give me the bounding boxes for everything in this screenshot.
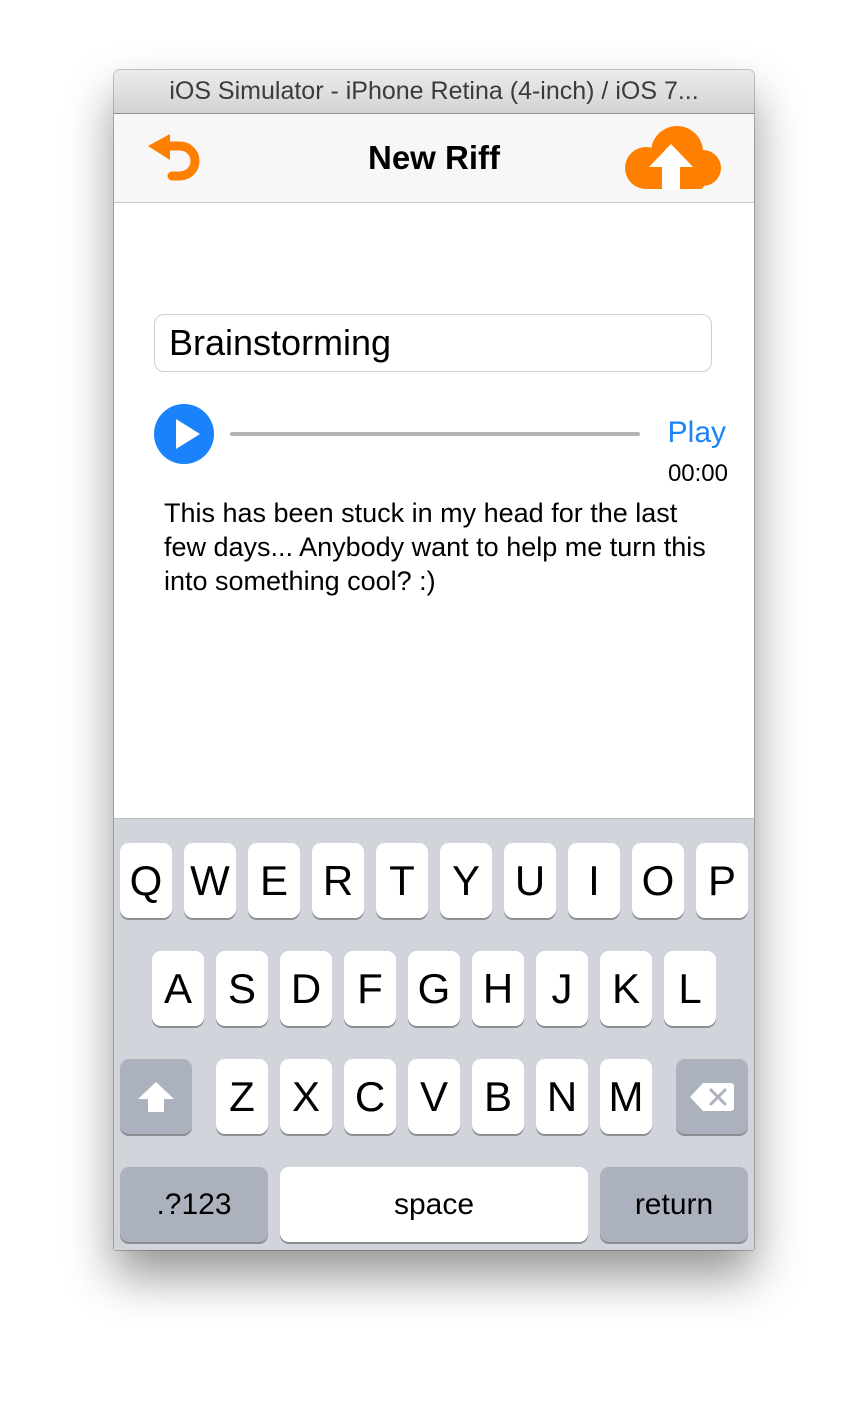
playback-slider[interactable] <box>230 432 640 436</box>
play-button[interactable] <box>154 404 214 464</box>
key-t[interactable]: T <box>376 843 428 918</box>
key-u[interactable]: U <box>504 843 556 918</box>
riff-description[interactable]: This has been stuck in my head for the l… <box>164 496 714 598</box>
navigation-bar: New Riff <box>114 114 754 203</box>
key-o[interactable]: O <box>632 843 684 918</box>
key-m[interactable]: M <box>600 1059 652 1134</box>
backspace-icon <box>690 1082 734 1111</box>
key-f[interactable]: F <box>344 951 396 1026</box>
key-q[interactable]: Q <box>120 843 172 918</box>
key-p[interactable]: P <box>696 843 748 918</box>
window-title: iOS Simulator - iPhone Retina (4-inch) /… <box>169 77 699 105</box>
key-r[interactable]: R <box>312 843 364 918</box>
key-n[interactable]: N <box>536 1059 588 1134</box>
window-titlebar[interactable]: iOS Simulator - iPhone Retina (4-inch) /… <box>114 70 754 114</box>
key-y[interactable]: Y <box>440 843 492 918</box>
riff-title-input[interactable] <box>154 314 712 372</box>
play-icon <box>176 419 200 449</box>
shift-arrow-icon <box>138 1081 174 1112</box>
device-screen: New Riff Brainstorming Play 00:00 This h… <box>114 114 754 1250</box>
key-h[interactable]: H <box>472 951 524 1026</box>
return-key[interactable]: return <box>600 1167 748 1242</box>
key-s[interactable]: S <box>216 951 268 1026</box>
key-w[interactable]: W <box>184 843 236 918</box>
key-i[interactable]: I <box>568 843 620 918</box>
key-v[interactable]: V <box>408 1059 460 1134</box>
key-a[interactable]: A <box>152 951 204 1026</box>
key-b[interactable]: B <box>472 1059 524 1134</box>
numbers-key[interactable]: .?123 <box>120 1167 268 1242</box>
key-d[interactable]: D <box>280 951 332 1026</box>
key-x[interactable]: X <box>280 1059 332 1134</box>
space-key[interactable]: space <box>280 1167 588 1242</box>
key-k[interactable]: K <box>600 951 652 1026</box>
simulator-window: iOS Simulator - iPhone Retina (4-inch) /… <box>114 70 754 1250</box>
cloud-upload-icon <box>625 126 721 190</box>
key-j[interactable]: J <box>536 951 588 1026</box>
play-link[interactable]: Play <box>654 416 726 450</box>
on-screen-keyboard: QWERTYUIOP ASDFGHJKL ZXCVBNM .?123 space… <box>114 818 754 1250</box>
key-c[interactable]: C <box>344 1059 396 1134</box>
upload-button[interactable] <box>619 120 723 192</box>
key-l[interactable]: L <box>664 951 716 1026</box>
playback-time: 00:00 <box>667 460 728 487</box>
key-e[interactable]: E <box>248 843 300 918</box>
key-g[interactable]: G <box>408 951 460 1026</box>
key-z[interactable]: Z <box>216 1059 268 1134</box>
shift-key[interactable] <box>120 1059 192 1134</box>
backspace-key[interactable] <box>676 1059 748 1134</box>
